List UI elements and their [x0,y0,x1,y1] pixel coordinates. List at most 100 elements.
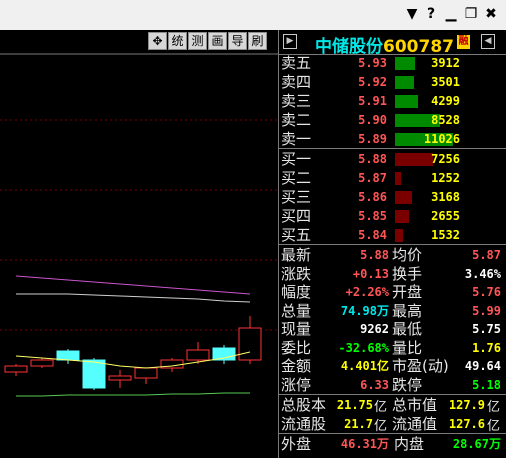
market-cap-row: 流通股 21.7 亿流通值 127.6 亿 [279,415,506,434]
bid-price: 5.85 [358,209,387,223]
kline-chart-pane[interactable]: ✥ 统 测 画 导 刷 [0,30,278,458]
ask-label: 卖四 [281,73,312,91]
flow-row: 外盘 46.31万 内盘 28.67万 [279,435,506,454]
bid-row[interactable]: 买三 5.86 3168 [279,188,506,207]
cap-label: 流通值 [392,414,438,433]
ask-row[interactable]: 卖一 5.89 11026 [279,130,506,149]
stat-value: 5.87 [472,248,501,262]
candle-body [108,375,132,381]
stat-value: 5.99 [472,303,501,318]
stat-value: 1.76 [472,340,501,355]
minimize-icon[interactable]: ▁ [442,5,460,23]
stat-value: 6.33 [360,377,389,392]
stat-label: 金额 [281,357,312,375]
bid-volume: 3168 [431,190,460,204]
divider [279,148,506,149]
stats-row: 总量 74.98万 最高 5.99 [279,302,506,321]
cap-value: 21.75 [336,398,373,412]
divider [279,433,506,434]
bid-row[interactable]: 买一 5.88 7256 [279,150,506,169]
ma-line-pink [15,275,251,295]
cap-value: 21.7 [344,416,373,431]
bid-volume-bar [395,229,403,242]
next-stock-icon[interactable]: ▶ [283,34,297,49]
ask-price: 5.93 [358,56,387,70]
bid-volume: 2655 [431,209,460,223]
stats-row: 幅度 +2.26% 开盘 5.76 [279,283,506,302]
market-cap-row: 总股本 21.75 亿总市值 127.9 亿 [279,396,506,415]
stat-value: -32.68% [338,340,389,355]
ask-volume: 4299 [431,94,460,108]
quote-header: ▶ 中储股份600787 融 ◀ [279,30,506,57]
ask-row[interactable]: 卖三 5.91 4299 [279,92,506,111]
draw-tool-button[interactable]: 画 [208,32,227,50]
bid-row[interactable]: 买四 5.85 2655 [279,207,506,226]
bid-row[interactable]: 买五 5.84 1532 [279,226,506,245]
bid-label: 买五 [281,226,312,244]
ma-line-white [16,293,251,303]
candle-body [30,359,54,367]
prev-stock-icon[interactable]: ◀ [481,34,495,49]
ask-volume: 3912 [431,56,460,70]
bid-price: 5.84 [358,228,387,242]
bid-volume: 1252 [431,171,460,185]
candle-body [238,327,262,361]
ask-label: 卖一 [281,130,312,148]
stat-label: 涨停 [281,375,312,394]
ask-row[interactable]: 卖五 5.93 3912 [279,54,506,73]
ma-line-green [16,392,250,397]
help-icon[interactable]: ? [422,5,440,23]
ask-volume: 11026 [423,132,460,146]
stat-label: 换手 [392,264,423,283]
stats-tool-button[interactable]: 统 [168,32,187,50]
bid-row[interactable]: 买二 5.87 1252 [279,169,506,188]
candle-body [82,359,106,389]
cap-unit: 亿 [374,400,388,415]
stat-value: 4.401亿 [340,359,389,373]
margin-badge: 融 [457,35,470,49]
move-icon[interactable]: ✥ [148,32,167,50]
stat-label: 现量 [281,320,312,338]
cap-label: 总市值 [392,396,438,414]
bid-price: 5.88 [358,152,387,166]
stat-value: 3.46% [464,266,501,281]
divider [279,244,506,245]
bid-volume: 7256 [431,152,460,166]
stats-row: 委比 -32.68% 量比 1.76 [279,339,506,358]
refresh-tool-button[interactable]: 刷 [248,32,267,50]
bid-label: 买四 [281,207,312,225]
ask-label: 卖二 [281,111,312,129]
dropdown-icon[interactable]: ▼ [403,5,421,23]
bid-label: 买一 [281,150,312,168]
cap-unit: 亿 [487,400,501,415]
export-tool-button[interactable]: 导 [228,32,247,50]
stat-value: 5.76 [472,285,501,299]
ask-row[interactable]: 卖四 5.92 3501 [279,73,506,92]
restore-icon[interactable]: ❐ [462,5,480,23]
stats-row: 金额 4.401亿 市盈(动) 49.64 [279,357,506,376]
divider [279,394,506,395]
chart-toolbar: ✥ 统 测 画 导 刷 [0,30,278,52]
ask-label: 卖三 [281,92,312,110]
bid-label: 买三 [281,188,312,206]
ask-price: 5.90 [358,113,387,127]
stat-label: 涨跌 [281,264,312,283]
outer-volume-value: 46.31万 [340,437,389,451]
stat-value: +0.13 [352,266,389,281]
close-icon[interactable]: ✖ [482,5,500,23]
cap-unit: 亿 [487,418,501,434]
bid-volume-bar [395,172,401,185]
stat-value: 5.88 [360,248,389,262]
cap-label: 总股本 [281,396,327,414]
measure-tool-button[interactable]: 测 [188,32,207,50]
title-bar: ▼ ? ▁ ❐ ✖ [0,0,506,31]
candle-body [56,350,80,361]
ask-row[interactable]: 卖二 5.90 8528 [279,111,506,130]
stat-value: +2.26% [345,285,389,299]
stat-value: 74.98万 [340,303,389,318]
stat-label: 开盘 [392,283,423,301]
stats-row: 现量 9262 最低 5.75 [279,320,506,339]
bid-price: 5.86 [358,190,387,204]
candle-body [134,367,158,379]
kline-chart[interactable] [0,30,278,458]
